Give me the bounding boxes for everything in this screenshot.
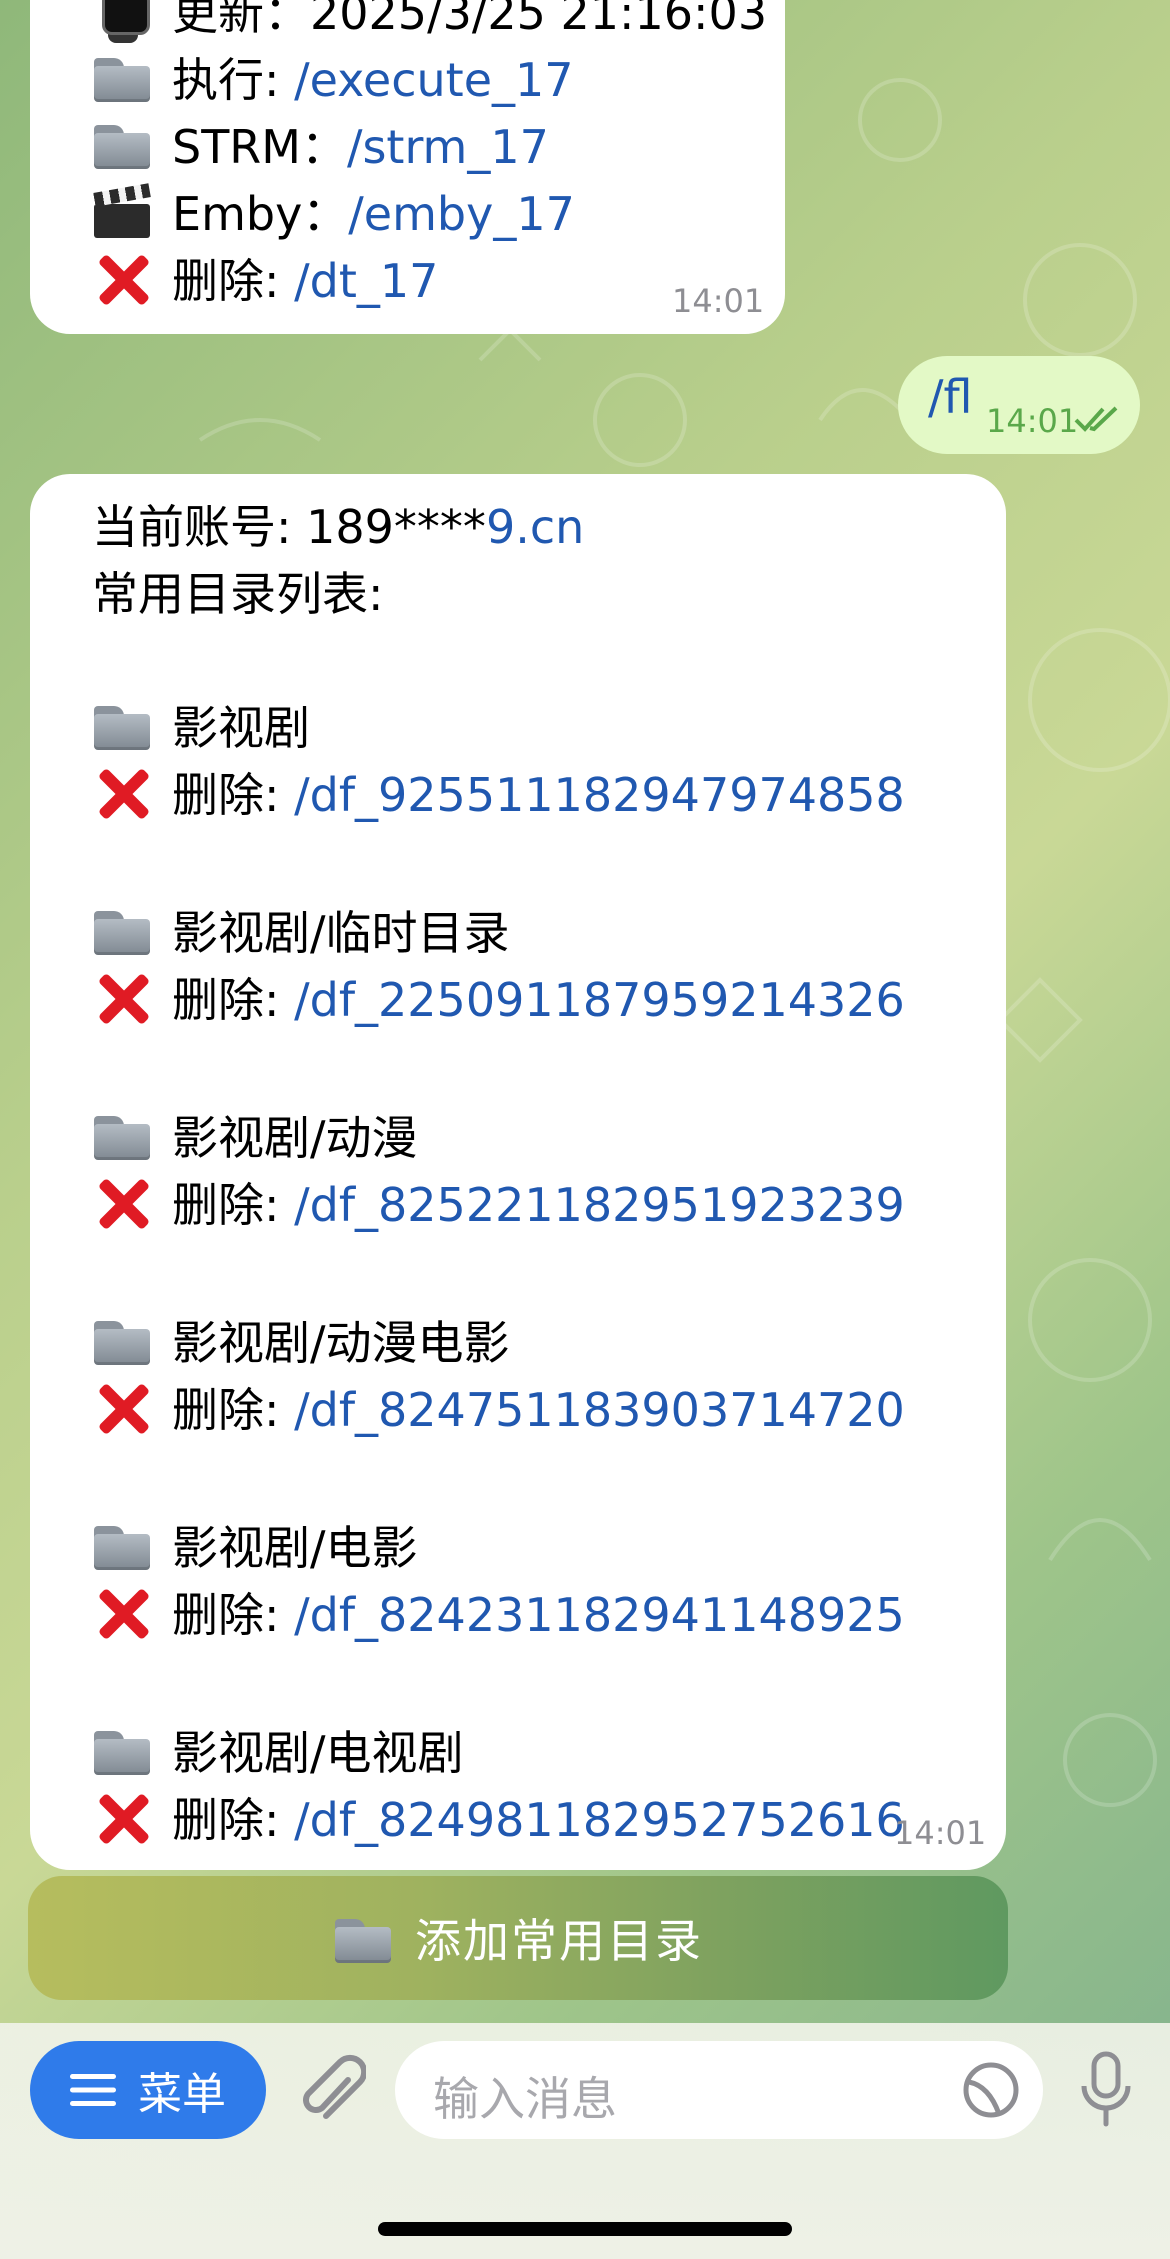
command-link[interactable]: /strm_17 [347,120,549,174]
message-time: 14:01 [672,282,765,320]
folder-icon [92,50,154,104]
home-indicator [378,2222,792,2236]
folder-icon [92,117,154,171]
command-link[interactable]: /emby_17 [348,187,575,241]
folder-icon [92,903,154,957]
folder-icon [92,1108,154,1162]
add-common-directory-button[interactable]: 添加常用目录 [28,1876,1008,2000]
cross-mark-icon [92,1790,154,1844]
directory-delete: 删除: /df_825221182951923239 [92,1172,905,1238]
sent-time: 14:01 [986,402,1079,440]
double-check-icon [1074,406,1118,432]
directory-delete: 删除: /df_824231182941148925 [92,1582,905,1648]
message-line-execute: 执行: /execute_17 [92,47,574,113]
directory-name: 影视剧/电影 [92,1515,418,1581]
command-link[interactable]: /dt_17 [294,254,438,308]
folder-icon [92,698,154,752]
sent-command-text[interactable]: /fl [928,370,972,424]
delete-command-link[interactable]: /df_824231182941148925 [294,1588,905,1642]
list-title: 常用目录列表: [92,567,384,621]
message-line-strm: STRM：/strm_17 [92,114,549,180]
menu-label: 菜单 [138,2069,226,2120]
delete-command-link[interactable]: /df_824751183903714720 [294,1383,905,1437]
folder-icon [92,1723,154,1777]
message-bubble-directory-list: 当前账号: 189****9.cn 常用目录列表: 影视剧 删除: /df_92… [30,474,1006,1870]
message-line-emby: Emby：/emby_17 [92,181,575,247]
message-input[interactable]: 输入消息 [395,2041,1043,2139]
watch-icon [92,0,154,43]
message-line-delete: 删除: /dt_17 [92,248,438,314]
message-bubble-incoming: 更新：2025/3/25 21:16:03 执行: /execute_17 ST… [30,0,785,334]
directory-name: 影视剧/动漫 [92,1105,418,1171]
message-bubble-outgoing: /fl 14:01 [898,356,1140,454]
directory-name: 影视剧/动漫电影 [92,1310,510,1376]
directory-delete: 删除: /df_225091187959214326 [92,967,905,1033]
directory-delete: 删除: /df_824981182952752616 [92,1787,905,1853]
delete-command-link[interactable]: /df_925511182947974858 [294,768,905,822]
cross-mark-icon [92,1380,154,1434]
add-common-directory-label: 添加常用目录 [415,1914,703,1968]
message-time: 14:01 [894,1814,987,1852]
folder-icon [333,1911,395,1965]
cross-mark-icon [92,765,154,819]
cross-mark-icon [92,970,154,1024]
paperclip-icon[interactable] [296,2050,366,2130]
directory-name: 影视剧/电视剧 [92,1720,464,1786]
account-line: 当前账号: 189****9.cn [92,500,585,554]
clapper-icon [92,184,154,238]
cross-mark-icon [92,251,154,305]
sticker-icon[interactable] [961,2060,1021,2120]
delete-command-link[interactable]: /df_824981182952752616 [294,1793,905,1847]
cross-mark-icon [92,1585,154,1639]
hamburger-icon [70,2074,116,2106]
command-link[interactable]: /execute_17 [294,53,573,107]
directory-delete: 删除: /df_824751183903714720 [92,1377,905,1443]
folder-icon [92,1313,154,1367]
directory-name: 影视剧/临时目录 [92,900,510,966]
menu-button[interactable]: 菜单 [30,2041,266,2139]
delete-command-link[interactable]: /df_825221182951923239 [294,1178,905,1232]
message-line-update: 更新：2025/3/25 21:16:03 [92,0,767,46]
delete-command-link[interactable]: /df_225091187959214326 [294,973,905,1027]
directory-name: 影视剧 [92,695,310,761]
cross-mark-icon [92,1175,154,1229]
folder-icon [92,1518,154,1572]
microphone-icon[interactable] [1076,2050,1136,2130]
account-link[interactable]: 9.cn [486,500,584,554]
message-input-placeholder: 输入消息 [433,2072,617,2126]
directory-delete: 删除: /df_925511182947974858 [92,762,905,828]
